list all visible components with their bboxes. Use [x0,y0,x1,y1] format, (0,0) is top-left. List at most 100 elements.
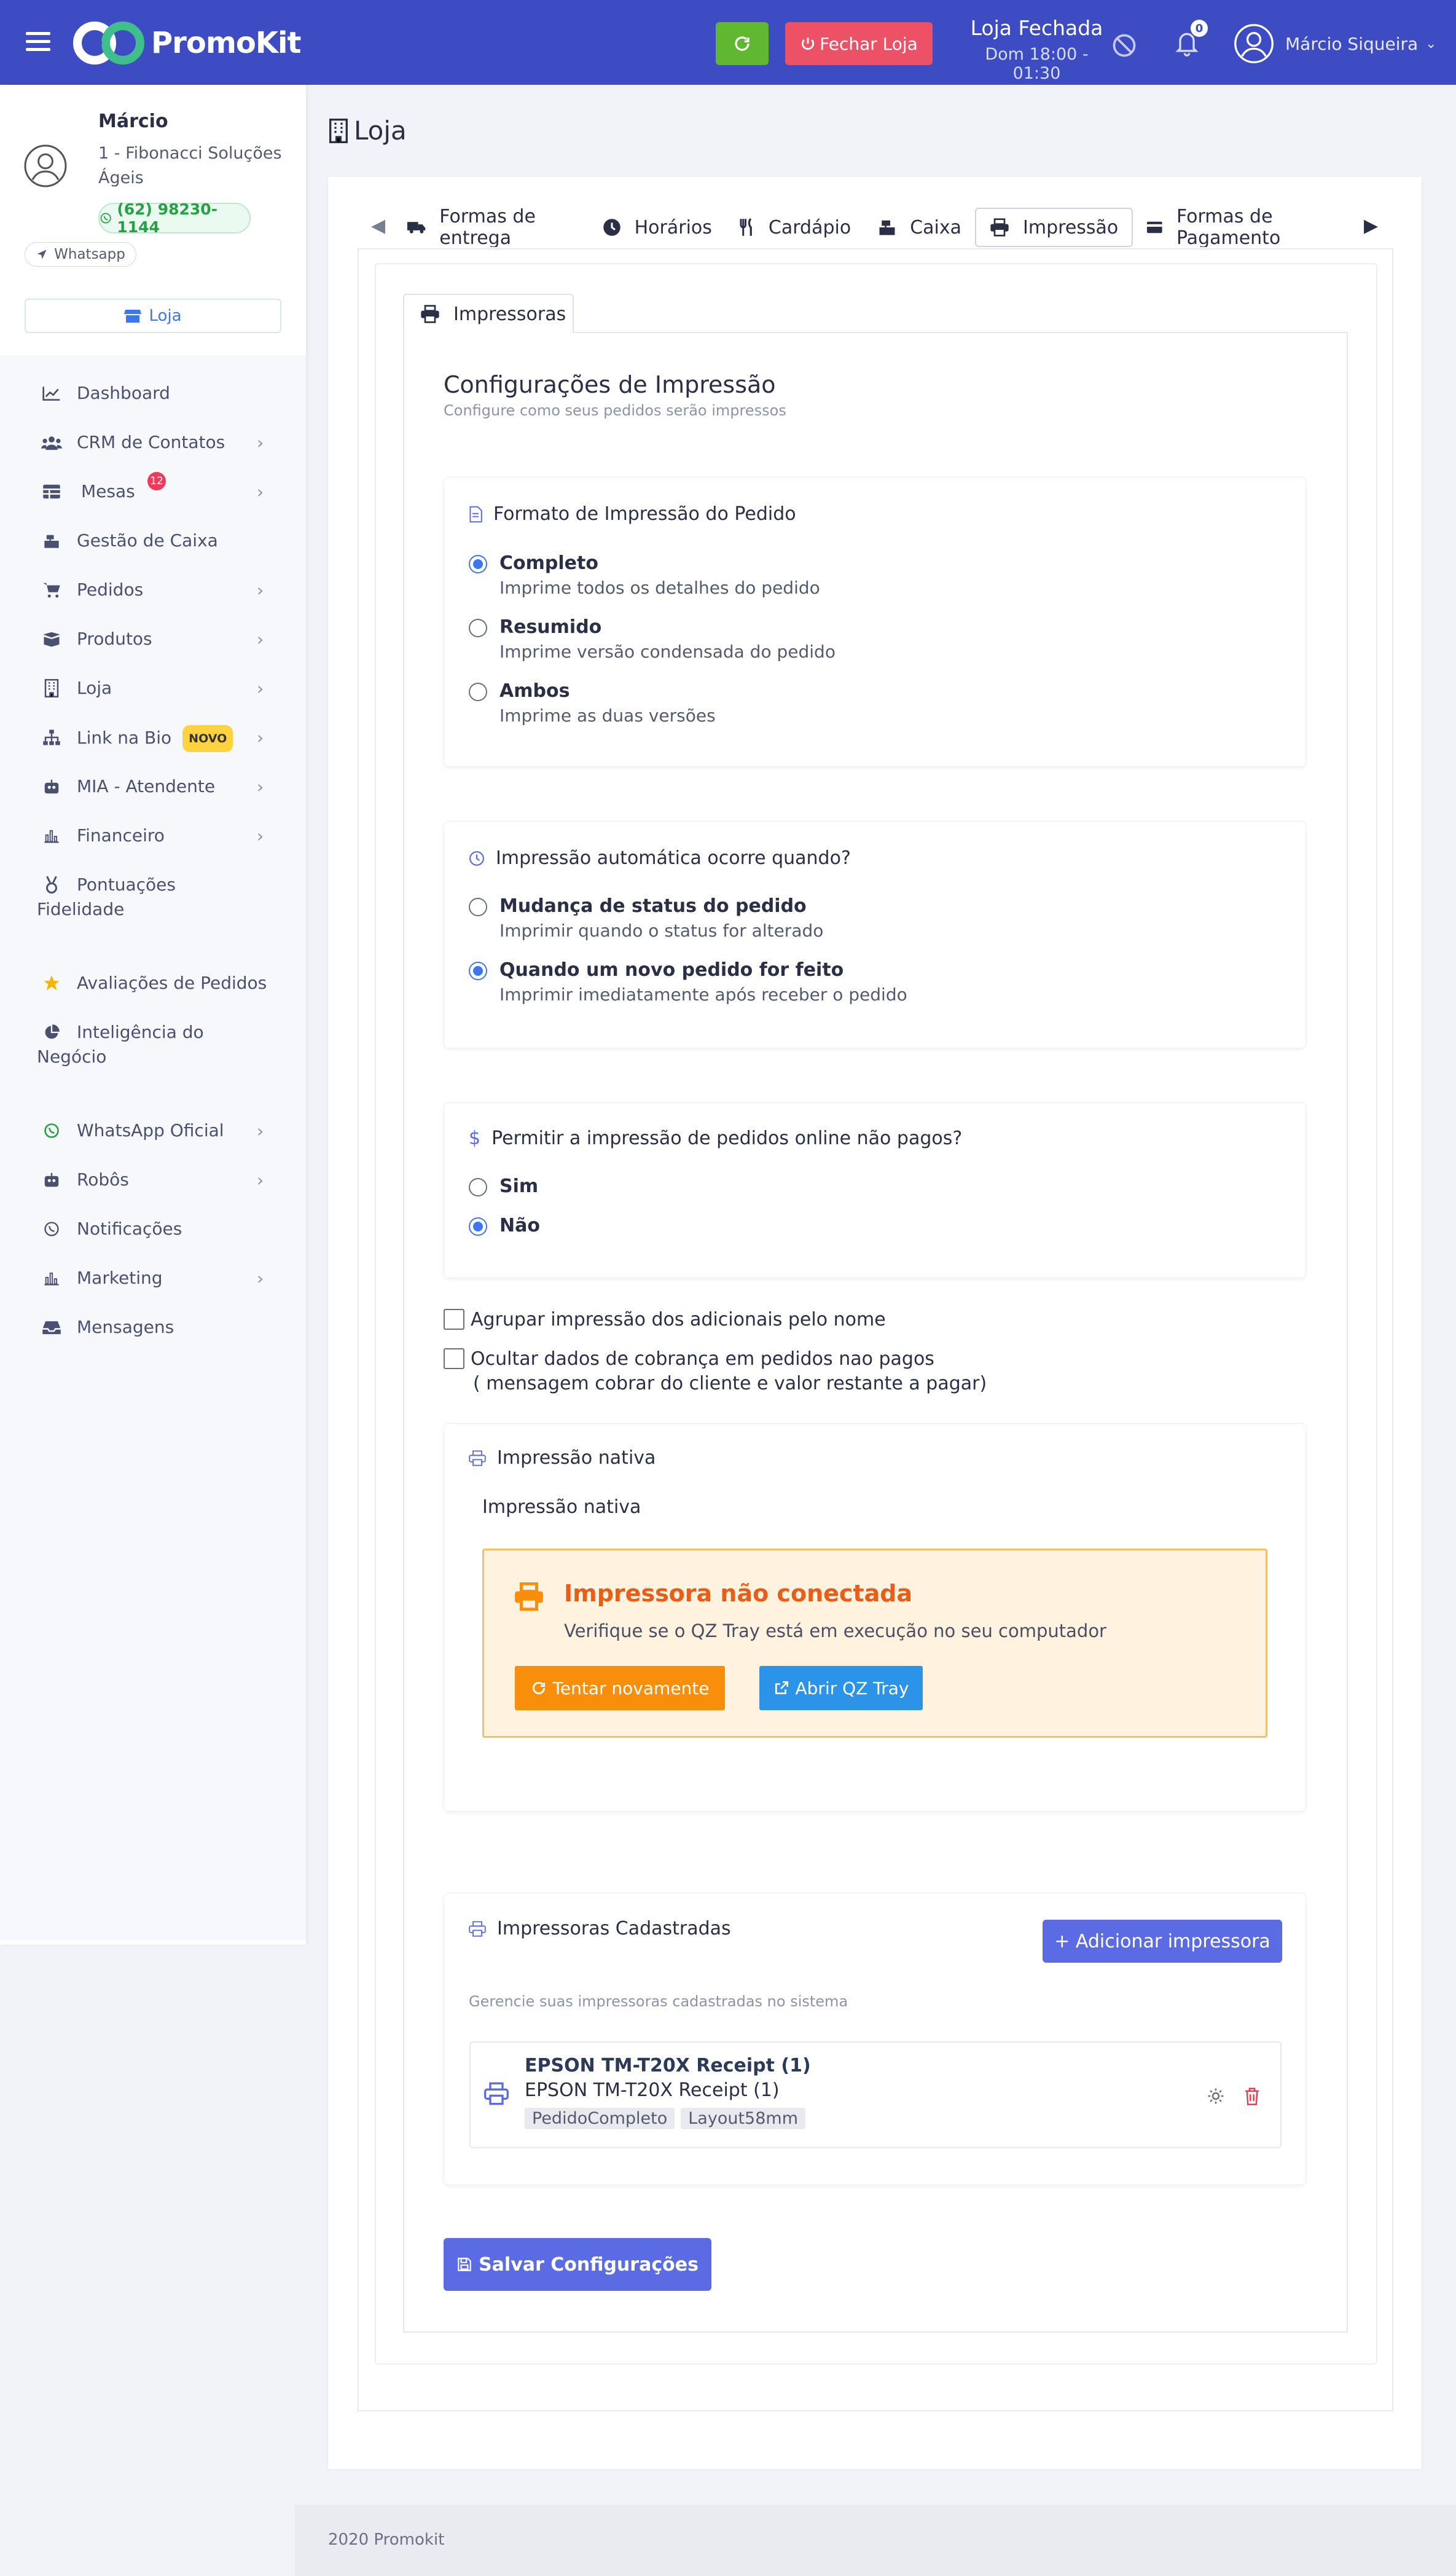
alert-text: Verifique se o QZ Tray está em execução … [564,1620,1106,1641]
radio-new-order[interactable]: Quando um novo pedido for feito Imprimir … [469,958,907,1007]
gear-icon[interactable] [1207,2087,1225,2105]
radio-button[interactable] [469,962,487,980]
radio-button[interactable] [469,1178,487,1196]
whatsapp-icon [100,213,111,224]
close-store-button[interactable]: Fechar Loja [785,22,933,65]
radio-description: Imprimir imediatamente após receber o pe… [499,984,907,1005]
sidebar-item-label: MIA - Atendente [77,776,216,796]
clock-icon [469,850,484,866]
tab-horarios[interactable]: Horários [589,208,726,247]
printer-list-item[interactable]: EPSON TM-T20X Receipt (1) EPSON TM-T20X … [469,2041,1282,2148]
open-qz-label: Abrir QZ Tray [795,1678,909,1698]
sidebar-item-label: CRM de Contatos [77,432,225,452]
chevron-right-icon: › [257,580,264,600]
radio-label: Completo [499,552,598,574]
store-button[interactable]: Loja [25,299,281,333]
chevron-right-icon: › [257,1121,264,1141]
sidebar: Márcio 1 - Fibonacci Soluções Ágeis (62)… [0,85,306,1945]
users-icon [41,431,63,454]
radio-button[interactable] [469,555,487,573]
radio-description: Imprime versão condensada do pedido [499,642,836,662]
building-icon [329,118,348,143]
checkbox-label: Agrupar impressão dos adicionais pelo no… [471,1309,886,1330]
building-icon [41,677,63,699]
format-card: Formato de Impressão do Pedido Completo I… [444,477,1306,767]
brand-logo[interactable]: PromoKit [72,21,301,65]
chevron-right-icon: › [257,728,264,748]
tab-formas-pagamento[interactable]: Formas de Pagamento [1133,208,1352,247]
chevron-right-icon: › [257,629,264,650]
checkbox[interactable] [444,1309,464,1330]
ban-icon [1113,34,1136,57]
store-status: Loja Fechada Dom 18:00 - 01:30 [968,16,1106,83]
save-settings-button[interactable]: Salvar Configurações [444,2238,711,2291]
radio-label: Ambos [499,680,570,702]
checkbox-hide-billing[interactable]: Ocultar dados de cobrança em pedidos nao… [444,1347,987,1396]
tab-label: Formas de entrega [439,208,536,247]
notification-count: 0 [1191,20,1208,37]
trash-icon[interactable] [1243,2087,1261,2105]
sidebar-item-label: Marketing [77,1268,163,1288]
sidebar-item-label-wrap: Link na Bio NOVO [77,725,261,752]
truck-icon [407,222,426,234]
printer-tags: PedidoCompleto Layout58mm [525,2108,812,2129]
native-print-heading: Impressão nativa [469,1447,656,1469]
radio-button[interactable] [469,683,487,701]
page-title: Loja [329,116,407,146]
chevron-right-icon: › [257,777,264,797]
radio-button[interactable] [469,619,487,637]
save-icon [458,2258,471,2271]
checkbox-label: Ocultar dados de cobrança em pedidos nao… [471,1348,934,1370]
refresh-button[interactable] [716,22,769,65]
radio-button[interactable] [469,898,487,916]
printer-icon [469,1450,486,1466]
printer-icon [484,2082,509,2105]
user-name: Márcio Siqueira [1285,33,1419,54]
radio-label: Resumido [499,616,602,638]
store-button-label: Loja [149,307,182,325]
radio-sim[interactable]: Sim [469,1174,538,1199]
tabs-scroll-right-icon[interactable]: ▶ [1364,215,1378,237]
whatsapp-chip[interactable]: Whatsapp [25,242,136,267]
sidebar-item-label: Inteligência do Negócio [37,1022,204,1067]
tab-impressao[interactable]: Impressão [975,208,1133,247]
profile-phone-badge[interactable]: (62) 98230-1144 [98,200,251,236]
printer-name: EPSON TM-T20X Receipt (1) [525,2079,780,2101]
robot-icon [41,1169,63,1191]
chevron-right-icon: › [257,678,264,699]
tab-formas-entrega[interactable]: Formas de entrega [393,208,589,247]
brand-name: PromoKit [151,26,301,60]
whatsapp-chip-label: Whatsapp [54,246,125,262]
chevron-right-icon: › [257,826,264,846]
format-heading: Formato de Impressão do Pedido [469,503,796,525]
retry-button[interactable]: Tentar novamente [515,1666,725,1710]
radio-resumido[interactable]: Resumido Imprime versão condensada do ped… [469,615,836,664]
sidebar-item-label: Loja [77,678,112,698]
radio-nao[interactable]: Não [469,1214,540,1238]
unpaid-card: $ Permitir a impressão de pedidos online… [444,1102,1306,1278]
open-qz-tray-button[interactable]: Abrir QZ Tray [759,1666,923,1710]
radio-description: Imprime todos os detalhes do pedido [499,578,820,598]
printer-icon [421,305,439,323]
save-settings-label: Salvar Configurações [479,2253,699,2276]
radio-button[interactable] [469,1217,487,1236]
add-printer-button[interactable]: + Adicionar impressora [1043,1920,1282,1963]
subtab-impressoras[interactable]: Impressoras [403,294,574,333]
checkbox-group-additions[interactable]: Agrupar impressão dos adicionais pelo no… [444,1308,886,1332]
tabs-scroll-left-icon[interactable]: ◀ [371,215,385,237]
user-menu[interactable]: Márcio Siqueira ⌄ [1234,23,1437,64]
native-print-heading-text: Impressão nativa [497,1447,656,1469]
footer: 2020 Promokit [295,2505,1456,2576]
printer-tag: PedidoCompleto [525,2108,675,2129]
radio-completo[interactable]: Completo Imprime todos os detalhes do ped… [469,551,820,600]
menu-toggle-icon[interactable] [26,32,50,52]
cash-register-icon [41,530,63,552]
tab-caixa[interactable]: Caixa [864,208,975,247]
tab-cardapio[interactable]: Cardápio [726,208,864,247]
sidebar-item-pontuacoes[interactable]: Pontuações Fidelidade [0,871,306,921]
settings-subtitle: Configure como seus pedidos serão impres… [444,402,786,419]
radio-status-change[interactable]: Mudança de status do pedido Imprimir quan… [469,894,823,943]
sidebar-item-inteligencia[interactable]: Inteligência do Negócio [0,1019,306,1068]
checkbox[interactable] [444,1348,464,1369]
radio-ambos[interactable]: Ambos Imprime as duas versões [469,679,716,728]
